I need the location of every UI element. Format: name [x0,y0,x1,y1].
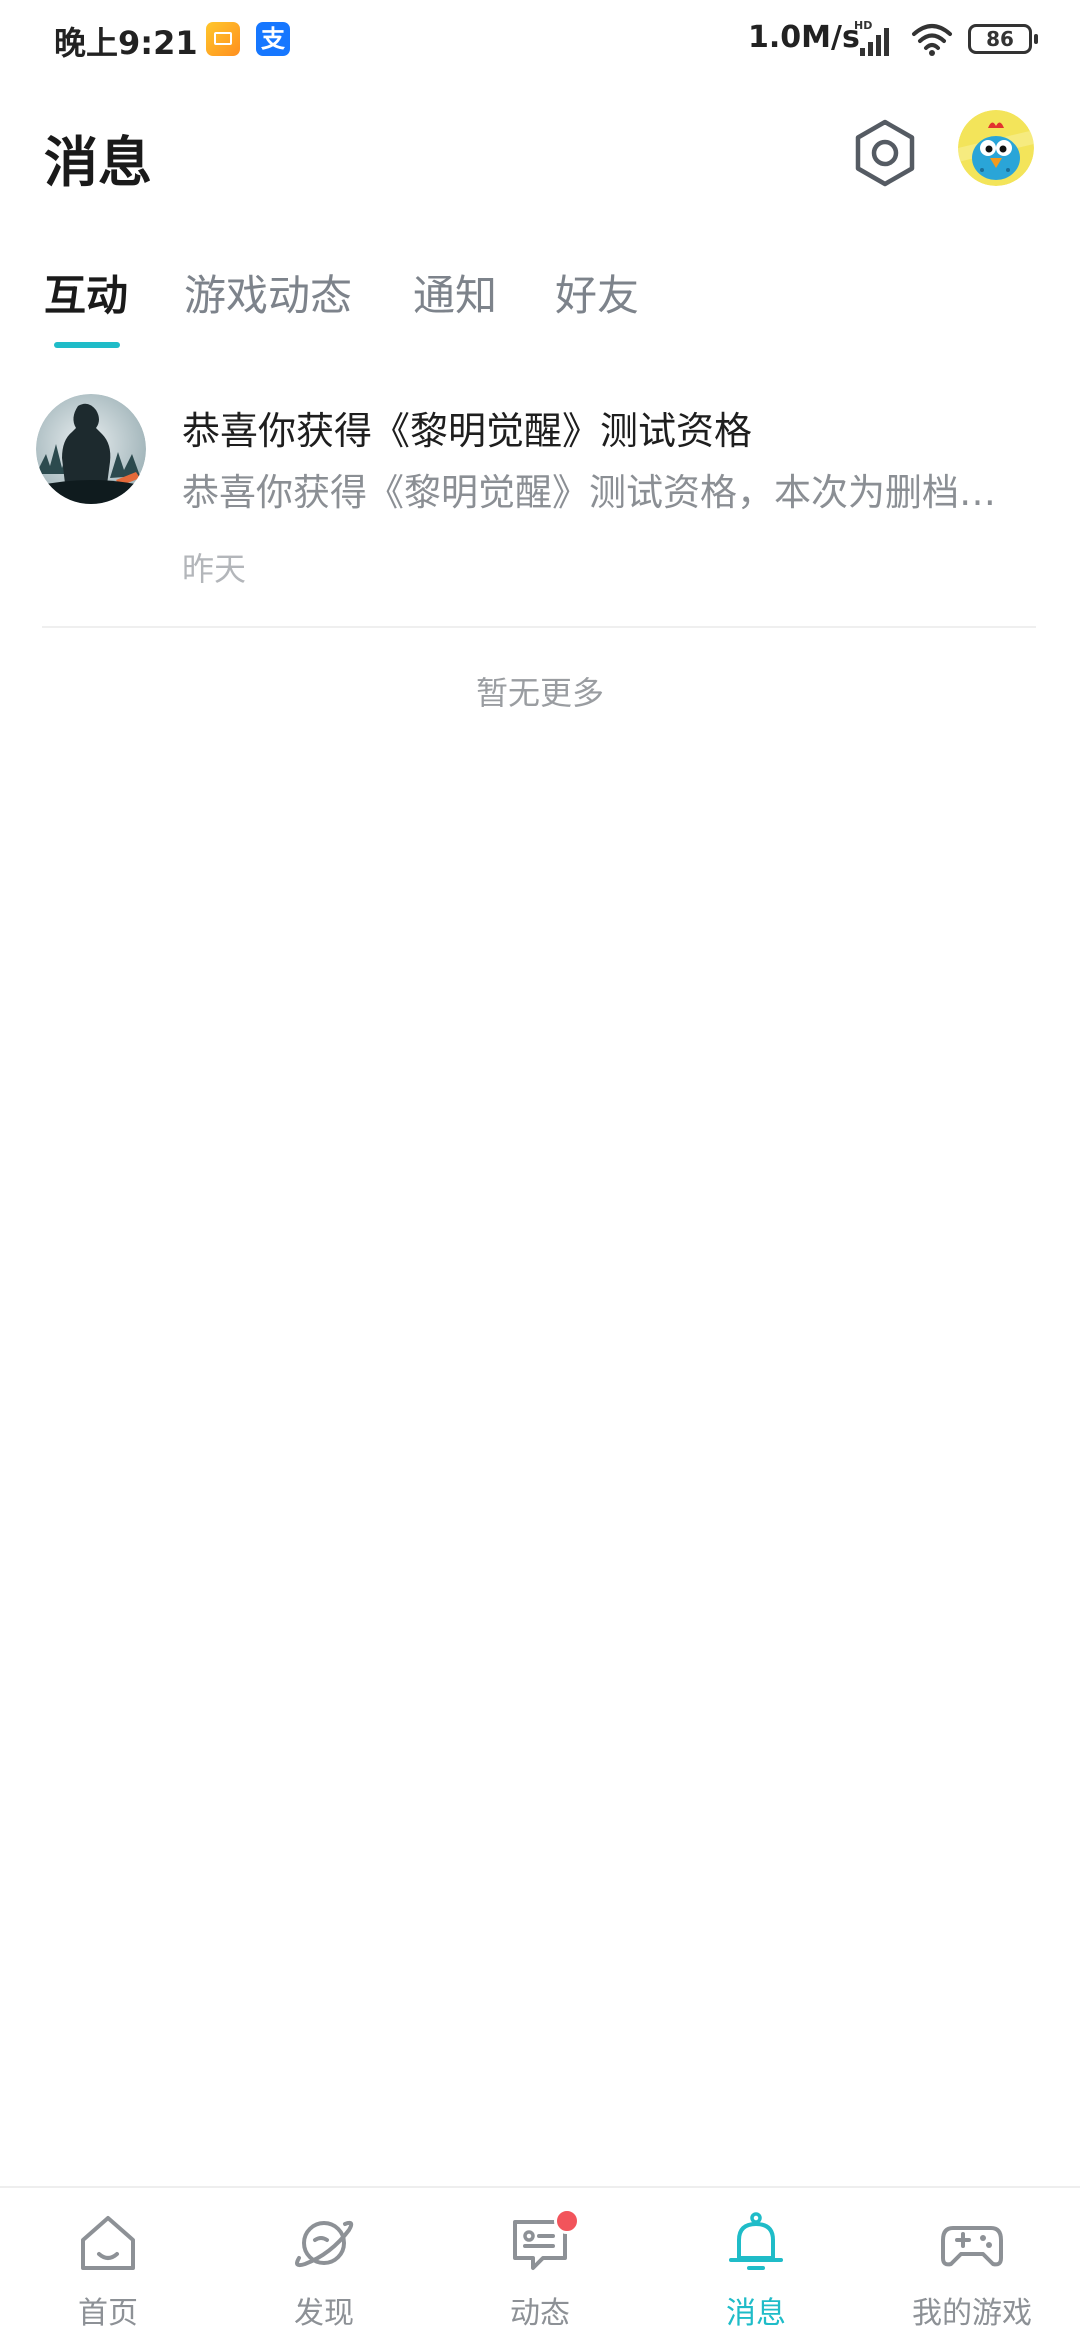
network-speed: 1.0M/s [748,20,860,55]
unread-badge [554,2208,580,2234]
tab-friends[interactable]: 好友 [555,262,639,323]
nav-feed[interactable]: 动态 [450,2188,630,2342]
nav-my-games[interactable]: 我的游戏 [882,2188,1062,2342]
divider [42,626,1036,628]
bell-icon [729,2212,783,2270]
wifi-icon [912,24,952,56]
tab-interaction[interactable]: 互动 [44,262,128,323]
nav-home[interactable]: 首页 [18,2188,198,2342]
nav-home-label: 首页 [78,2296,138,2331]
message-time: 昨天 [182,550,247,588]
nav-discover-label: 发现 [294,2296,354,2331]
hd-label: HD [854,19,872,32]
nav-feed-label: 动态 [510,2296,570,2331]
alipay-icon: 支 [256,22,290,56]
message-title: 恭喜你获得《黎明觉醒》测试资格 [182,409,753,453]
active-tab-indicator [54,342,120,348]
bottom-nav: 首页 发现 动态 消息 我的游戏 [0,2186,1080,2342]
tab-notifications[interactable]: 通知 [413,262,497,323]
home-icon [81,2216,135,2270]
planet-icon [295,2220,354,2268]
settings-hexagon-icon[interactable] [850,118,920,188]
signal-icon: HD [854,19,889,56]
nav-messages-label: 消息 [726,2296,786,2331]
status-bar: 晚上9:21 支 1.0M/s HD 86 [0,0,1080,80]
message-avatar [36,394,146,504]
cartoon-bird-avatar [958,110,1034,186]
user-avatar[interactable] [958,110,1034,186]
tab-game-updates[interactable]: 游戏动态 [184,262,352,323]
nav-discover[interactable]: 发现 [234,2188,414,2342]
page-title: 消息 [44,131,152,194]
nav-my-games-label: 我的游戏 [912,2296,1032,2331]
message-preview: 恭喜你获得《黎明觉醒》测试资格，本次为删档… [182,471,996,514]
battery-icon: 86 [968,24,1038,54]
list-item[interactable]: 恭喜你获得《黎明觉醒》测试资格 恭喜你获得《黎明觉醒》测试资格，本次为删档… 昨… [0,390,1080,628]
no-more-text: 暂无更多 [475,674,604,712]
nav-messages[interactable]: 消息 [666,2188,846,2342]
mail-app-icon [206,22,240,56]
status-time: 晚上9:21 [54,24,198,62]
game-silhouette-avatar [36,394,146,504]
gamepad-icon [941,2226,1003,2267]
